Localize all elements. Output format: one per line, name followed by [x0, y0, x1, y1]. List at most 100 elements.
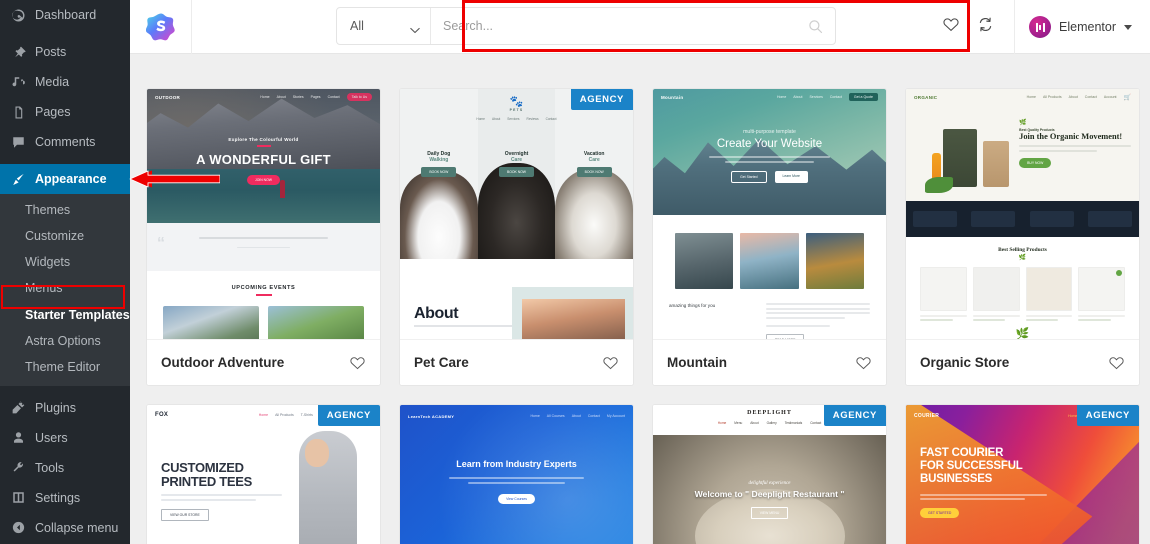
sidebar-item-media[interactable]: Media: [0, 67, 130, 97]
sidebar-item-plugins[interactable]: Plugins: [0, 393, 130, 423]
search-input[interactable]: [443, 19, 808, 33]
sidebar-item-tools[interactable]: Tools: [0, 453, 130, 483]
preview-nav-link: Testimonials: [784, 421, 803, 425]
sidebar-item-label: Plugins: [35, 400, 76, 415]
agency-badge: AGENCY: [570, 89, 633, 110]
sidebar-item-collapse-menu[interactable]: Collapse menu: [0, 513, 130, 543]
preview-nav-link: T-Shirts: [300, 413, 313, 417]
collapse-icon: [9, 519, 27, 537]
submenu-item-astra-options[interactable]: Astra Options: [0, 328, 130, 354]
category-filter-select[interactable]: All: [337, 8, 431, 44]
preview-section-title: UPCOMING EVENTS: [231, 285, 296, 291]
template-preview: ORGANIC Home All Products About Contact …: [906, 89, 1139, 339]
preview-nav-link: Stories: [292, 95, 304, 99]
favorite-heart-icon[interactable]: [349, 355, 366, 371]
submenu-item-widgets[interactable]: Widgets: [0, 249, 130, 275]
preview-nav-link: Home: [717, 421, 727, 425]
favorites-button[interactable]: [934, 0, 968, 54]
template-card[interactable]: Mountain Home About Services Contact Get…: [652, 88, 887, 386]
preview-headline: Learn from Industry Experts: [456, 459, 577, 469]
preview-button: BOOK NOW: [498, 167, 535, 177]
preview-feature: [1087, 211, 1132, 227]
submenu-item-themes[interactable]: Themes: [0, 197, 130, 223]
template-card[interactable]: AGENCY FOX Home All Products T-Shirts Bl…: [146, 404, 381, 544]
sliders-icon: [9, 489, 27, 507]
refresh-button[interactable]: [968, 0, 1002, 54]
sidebar-item-settings[interactable]: Settings: [0, 483, 130, 513]
sidebar-item-pages[interactable]: Pages: [0, 97, 130, 127]
template-card-footer: Outdoor Adventure: [147, 339, 380, 385]
comment-icon: [9, 133, 27, 151]
preview-nav-link: Home: [258, 413, 269, 417]
template-card[interactable]: AGENCY 🐾 PETS Home About Services Review…: [399, 88, 634, 386]
sidebar-item-dashboard[interactable]: Dashboard: [0, 0, 130, 30]
sidebar-item-appearance[interactable]: Appearance: [0, 164, 130, 194]
search-field-wrap: [431, 8, 835, 44]
preview-nav-link: About: [1068, 95, 1078, 99]
sidebar-item-label: Media: [35, 74, 70, 89]
sidebar-item-users[interactable]: Users: [0, 423, 130, 453]
search-icon: [808, 19, 823, 34]
preview-headline: Create Your Website: [716, 138, 823, 150]
preview-cta: Talk to Us: [346, 93, 372, 101]
preview-button: View Courses: [498, 494, 535, 504]
chevron-down-icon: [410, 23, 420, 34]
preview-button: READ MORE: [765, 333, 805, 339]
preview-button: Get Started: [731, 171, 767, 183]
wp-admin-sidebar: Dashboard Posts Media Pages Comments App…: [0, 0, 130, 544]
submenu-item-menus[interactable]: Menus: [0, 275, 130, 301]
sidebar-item-posts[interactable]: Posts: [0, 37, 130, 67]
template-preview: LearnTech ACADEMY Home All Courses About…: [400, 405, 633, 544]
template-title: Pet Care: [414, 355, 469, 370]
sidebar-divider: [0, 386, 130, 393]
preview-card-line2: Care: [510, 157, 523, 163]
preview-card-line2: Care: [588, 157, 600, 163]
preview-button: BOOK NOW: [421, 167, 457, 177]
page-builder-selector[interactable]: Elementor: [1029, 16, 1150, 38]
favorite-heart-icon[interactable]: [1108, 355, 1125, 371]
sidebar-item-label: Tools: [35, 460, 65, 475]
appearance-submenu: Themes Customize Widgets Menus Starter T…: [0, 194, 130, 386]
agency-badge: AGENCY: [317, 405, 380, 426]
pin-icon: [9, 43, 27, 61]
preview-section-title: Best Selling Products: [998, 247, 1047, 253]
submenu-item-theme-editor[interactable]: Theme Editor: [0, 354, 130, 380]
templates-scroll-area[interactable]: OUTDOOR Home About Stories Pages Contact…: [130, 54, 1150, 544]
preview-nav-link: Contact: [587, 414, 600, 418]
submenu-item-starter-templates[interactable]: Starter Templates: [0, 302, 130, 328]
preview-nav-link: Home: [476, 117, 485, 121]
preview-headline-line1: CUSTOMIZED: [161, 460, 244, 475]
preview-nav-link: My Account: [606, 414, 625, 418]
preview-logo: LearnTech ACADEMY: [408, 413, 455, 419]
preview-nav-link: All Courses: [546, 414, 565, 418]
preview-button: JOIN NOW: [247, 174, 280, 185]
template-card[interactable]: AGENCY DEEPLIGHT Home Menu About Gallery: [652, 404, 887, 544]
elementor-logo-icon: [1029, 16, 1052, 38]
preview-nav-link: Contact: [829, 95, 842, 99]
agency-badge: AGENCY: [1076, 405, 1139, 426]
preview-nav-link: Contact: [327, 95, 340, 99]
logo-container: [130, 0, 192, 54]
preview-nav-link: Contact: [810, 421, 822, 425]
favorite-heart-icon[interactable]: [855, 355, 872, 371]
template-card[interactable]: LearnTech ACADEMY Home All Courses About…: [399, 404, 634, 544]
preview-nav-link: Home: [260, 95, 270, 99]
preview-nav-link: Reviews: [526, 117, 539, 121]
template-card[interactable]: OUTDOOR Home About Stories Pages Contact…: [146, 88, 381, 386]
preview-nav-link: Menu: [734, 421, 743, 425]
preview-nav-link: About: [571, 414, 581, 418]
submenu-item-customize[interactable]: Customize: [0, 223, 130, 249]
preview-nav-link: Gallery: [766, 421, 777, 425]
sidebar-item-label: Appearance: [35, 171, 107, 186]
favorite-heart-icon[interactable]: [602, 355, 619, 371]
preview-nav-link: About: [793, 95, 803, 99]
template-preview: Mountain Home About Services Contact Get…: [653, 89, 886, 339]
preview-logo: COURIER: [914, 413, 940, 419]
preview-nav-link: All Products: [275, 413, 294, 417]
sidebar-item-comments[interactable]: Comments: [0, 127, 130, 157]
starter-templates-header: All Search... Elementor: [130, 0, 1150, 54]
template-card[interactable]: AGENCY COURIER Home Services About Pages: [905, 404, 1140, 544]
sidebar-item-label: Settings: [35, 490, 81, 505]
template-card[interactable]: ORGANIC Home All Products About Contact …: [905, 88, 1140, 386]
preview-nav-link: Home: [1026, 95, 1036, 99]
